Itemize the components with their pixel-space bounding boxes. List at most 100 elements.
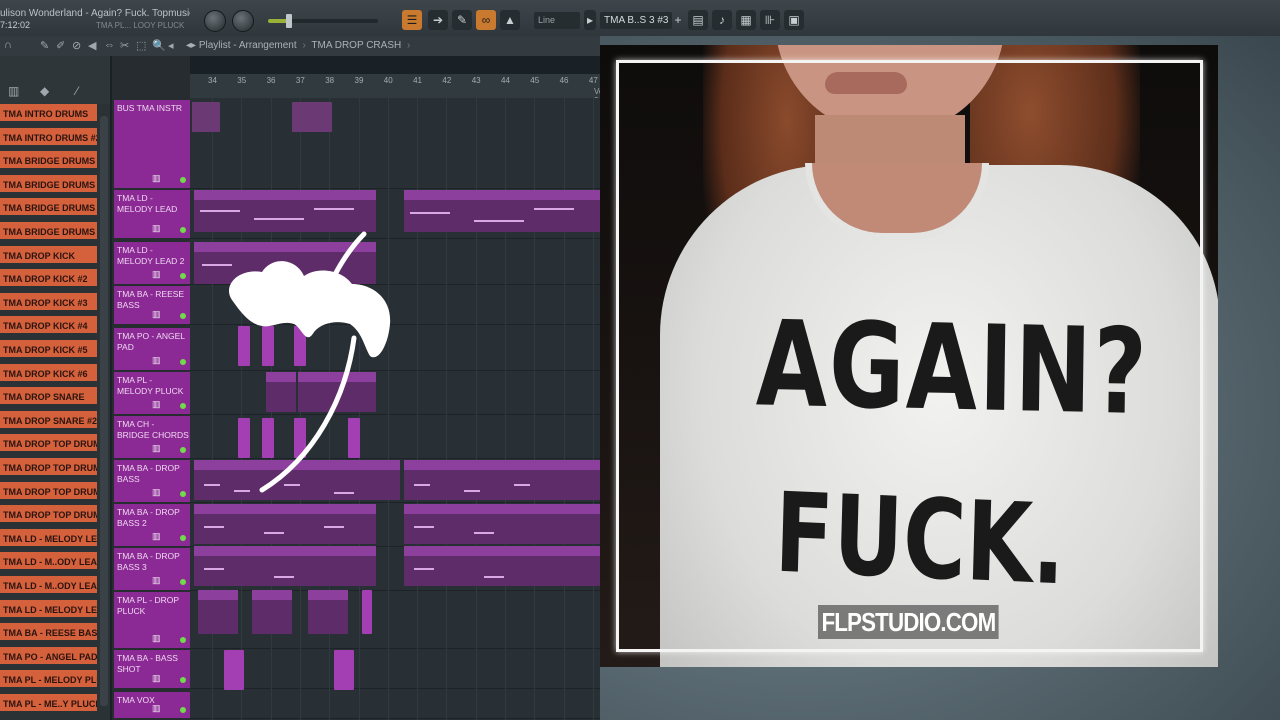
clip-list-item[interactable]: TMA DROP KICK #6 [0, 363, 97, 384]
track-enable-led[interactable] [180, 177, 186, 183]
zoom-icon[interactable]: 🔍 [152, 39, 166, 52]
playlist-clip[interactable] [334, 650, 354, 690]
clip-list-item[interactable]: TMA BRIDGE DRUMS #2 [0, 174, 97, 195]
track-header[interactable]: TMA LD - MELODY LEAD 2 ▥ [114, 242, 190, 284]
add-pattern-button[interactable]: + [672, 12, 684, 29]
track-enable-led[interactable] [180, 403, 186, 409]
clip-list-item[interactable]: TMA DROP TOP DRUMS #3 [0, 481, 97, 502]
clip-list-item[interactable]: TMA PL - ME..Y PLUCK #2 [0, 694, 97, 714]
piano-icon[interactable]: ▥ [152, 531, 161, 542]
clip-list-item[interactable]: TMA DROP TOP DRUMS [0, 434, 97, 455]
piano-icon[interactable]: ▥ [152, 269, 161, 280]
track-header[interactable]: TMA PL - MELODY PLUCK ▥ [114, 372, 190, 414]
piano-icon[interactable]: ▥ [152, 173, 161, 184]
track-enable-led[interactable] [180, 273, 186, 279]
track-header[interactable]: TMA BA - DROP BASS ▥ [114, 460, 190, 502]
track-header[interactable]: TMA BA - REESE BASS ▥ [114, 286, 190, 324]
playlist-clip[interactable]: TMA LD - MELODY LEAD #2 [194, 190, 376, 232]
clip-list-item[interactable]: TMA BRIDGE DRUMS [0, 151, 97, 172]
clip-list-item[interactable]: TMA BRIDGE DRUMS #4 [0, 222, 97, 242]
clip-list-item[interactable]: TMA DROP TOP DRUMS #2 [0, 458, 97, 478]
playlist-clip[interactable]: TM_LUCK [308, 590, 348, 634]
browser-icon[interactable]: ▣ [784, 10, 804, 30]
breadcrumb-item[interactable]: TMA DROP CRASH [311, 40, 401, 51]
clip-list-item[interactable]: TMA DROP SNARE #2 [0, 410, 97, 431]
track-header[interactable]: TMA BA - DROP BASS 3 ▥ [114, 548, 190, 590]
piano-icon[interactable]: ▥ [152, 703, 161, 714]
clip-list-item[interactable]: TMA BRIDGE DRUMS #3 [0, 198, 97, 219]
audio-clip[interactable] [192, 102, 220, 132]
piano-icon[interactable]: ▥ [152, 487, 161, 498]
playlist-icon[interactable]: ▤ [688, 10, 708, 30]
playlist-clip[interactable]: TMA BA - DROP BASS #3 [404, 460, 600, 500]
clip-list-item[interactable]: TMA DROP KICK [0, 245, 97, 266]
track-enable-led[interactable] [180, 535, 186, 541]
piano-icon[interactable]: ▥ [152, 575, 161, 586]
clip-list-item[interactable]: TMA DROP SNARE [0, 387, 97, 408]
clip-list-item[interactable]: TMA PL - MELODY PLUCK [0, 670, 97, 691]
clip-list-item[interactable]: TMA INTRO DRUMS #2 [0, 127, 97, 148]
breadcrumb-arrow-icon[interactable]: ◂▸ [186, 40, 196, 51]
clip-list-scrollbar[interactable] [100, 116, 108, 706]
piano-icon[interactable]: ▥ [152, 399, 161, 410]
clip-list-item[interactable]: TMA DROP KICK #4 [0, 316, 97, 337]
playlist-clip[interactable]: TMA BA - DROP BASS 2 #3 [404, 504, 600, 544]
track-enable-led[interactable] [180, 677, 186, 683]
slice-icon[interactable]: ✂ [120, 39, 129, 52]
track-header[interactable]: TMA VOX ▥ [114, 692, 190, 718]
brush-icon[interactable]: ✎ [452, 10, 472, 30]
track-header[interactable]: BUS TMA INSTR ▥ [114, 100, 190, 188]
select-icon[interactable]: ⬚ [136, 39, 146, 52]
channel-rack-icon[interactable]: ▦ [736, 10, 756, 30]
piano-icon[interactable]: ▥ [152, 673, 161, 684]
clip-list-item[interactable]: TMA LD - MELODY LEAD 2 [0, 599, 97, 620]
paint-icon[interactable]: ✐ [56, 39, 65, 52]
playlist-clip[interactable] [224, 650, 244, 690]
pattern-select[interactable]: TMA B..S 3 #3 [600, 12, 672, 29]
track-enable-led[interactable] [180, 447, 186, 453]
hat-icon[interactable]: ▲ [500, 10, 520, 30]
playlist-clip[interactable]: TM_LUCK [252, 590, 292, 634]
track-header[interactable]: TMA PL - DROP PLUCK ▥ [114, 592, 190, 648]
playlist-clip[interactable]: TM_LUCK [198, 590, 238, 634]
timeline-ruler[interactable]: Verse 2 3435363738394041424344454647 [190, 74, 614, 105]
clip-list-item[interactable]: TMA BA - REESE BASS [0, 623, 97, 644]
mixer-icon[interactable]: ⊪ [760, 10, 780, 30]
track-enable-led[interactable] [180, 637, 186, 643]
typing-keyboard-icon[interactable]: ☰ [402, 10, 422, 30]
magnet-icon[interactable]: ∩ [4, 39, 12, 51]
clip-list-item[interactable]: TMA LD - MELODY LEAD [0, 528, 97, 549]
mute-icon[interactable]: ◀ [88, 39, 96, 52]
playlist-clip[interactable]: TMA BA - DROP BASS 3 #2 [194, 546, 376, 586]
piano-icon[interactable]: ▥ [8, 84, 19, 98]
clip-list-item[interactable]: TMA LD - M..ODY LEAD #2 [0, 552, 97, 573]
slip-icon[interactable]: ⇔ [104, 39, 115, 51]
main-slider[interactable] [268, 14, 378, 28]
piano-icon[interactable]: ▥ [152, 309, 161, 320]
piano-icon[interactable]: ▥ [152, 223, 161, 234]
playlist-clip[interactable]: TMA BA - DROP BASS 2 #2 [194, 504, 376, 544]
track-header[interactable]: TMA LD - MELODY LEAD ▥ [114, 190, 190, 238]
snap-select[interactable]: Line [534, 12, 580, 29]
track-header[interactable]: TMA PO - ANGEL PAD ▥ [114, 328, 190, 370]
audio-clip[interactable] [292, 102, 332, 132]
audio-icon[interactable]: ◆ [40, 84, 49, 98]
clip-list-item[interactable]: TMA DROP KICK #5 [0, 340, 97, 360]
clip-list-item[interactable]: TMA LD - M..ODY LEAD #3 [0, 576, 97, 596]
track-enable-led[interactable] [180, 313, 186, 319]
master-pitch-knob[interactable] [232, 10, 254, 32]
clip-list-item[interactable]: TMA INTRO DRUMS [0, 104, 97, 124]
track-enable-led[interactable] [180, 579, 186, 585]
track-enable-led[interactable] [180, 491, 186, 497]
piano-icon[interactable]: ▥ [152, 443, 161, 454]
track-header[interactable]: TMA BA - DROP BASS 2 ▥ [114, 504, 190, 546]
track-header[interactable]: TMA BA - BASS SHOT ▥ [114, 650, 190, 688]
clip-list-item[interactable]: TMA PO - ANGEL PAD [0, 646, 97, 667]
playlist-clip[interactable]: TMA LD - MELODY LEAD [404, 190, 600, 232]
link-icon[interactable]: ∞ [476, 10, 496, 30]
play-pattern-icon[interactable]: ▸ [584, 10, 596, 30]
track-enable-led[interactable] [180, 707, 186, 713]
automation-icon[interactable]: ⁄ [76, 84, 78, 98]
clip-list-item[interactable]: TMA DROP TOP DRUMS #4 [0, 505, 97, 526]
breadcrumb-item[interactable]: Playlist - Arrangement [199, 40, 297, 51]
